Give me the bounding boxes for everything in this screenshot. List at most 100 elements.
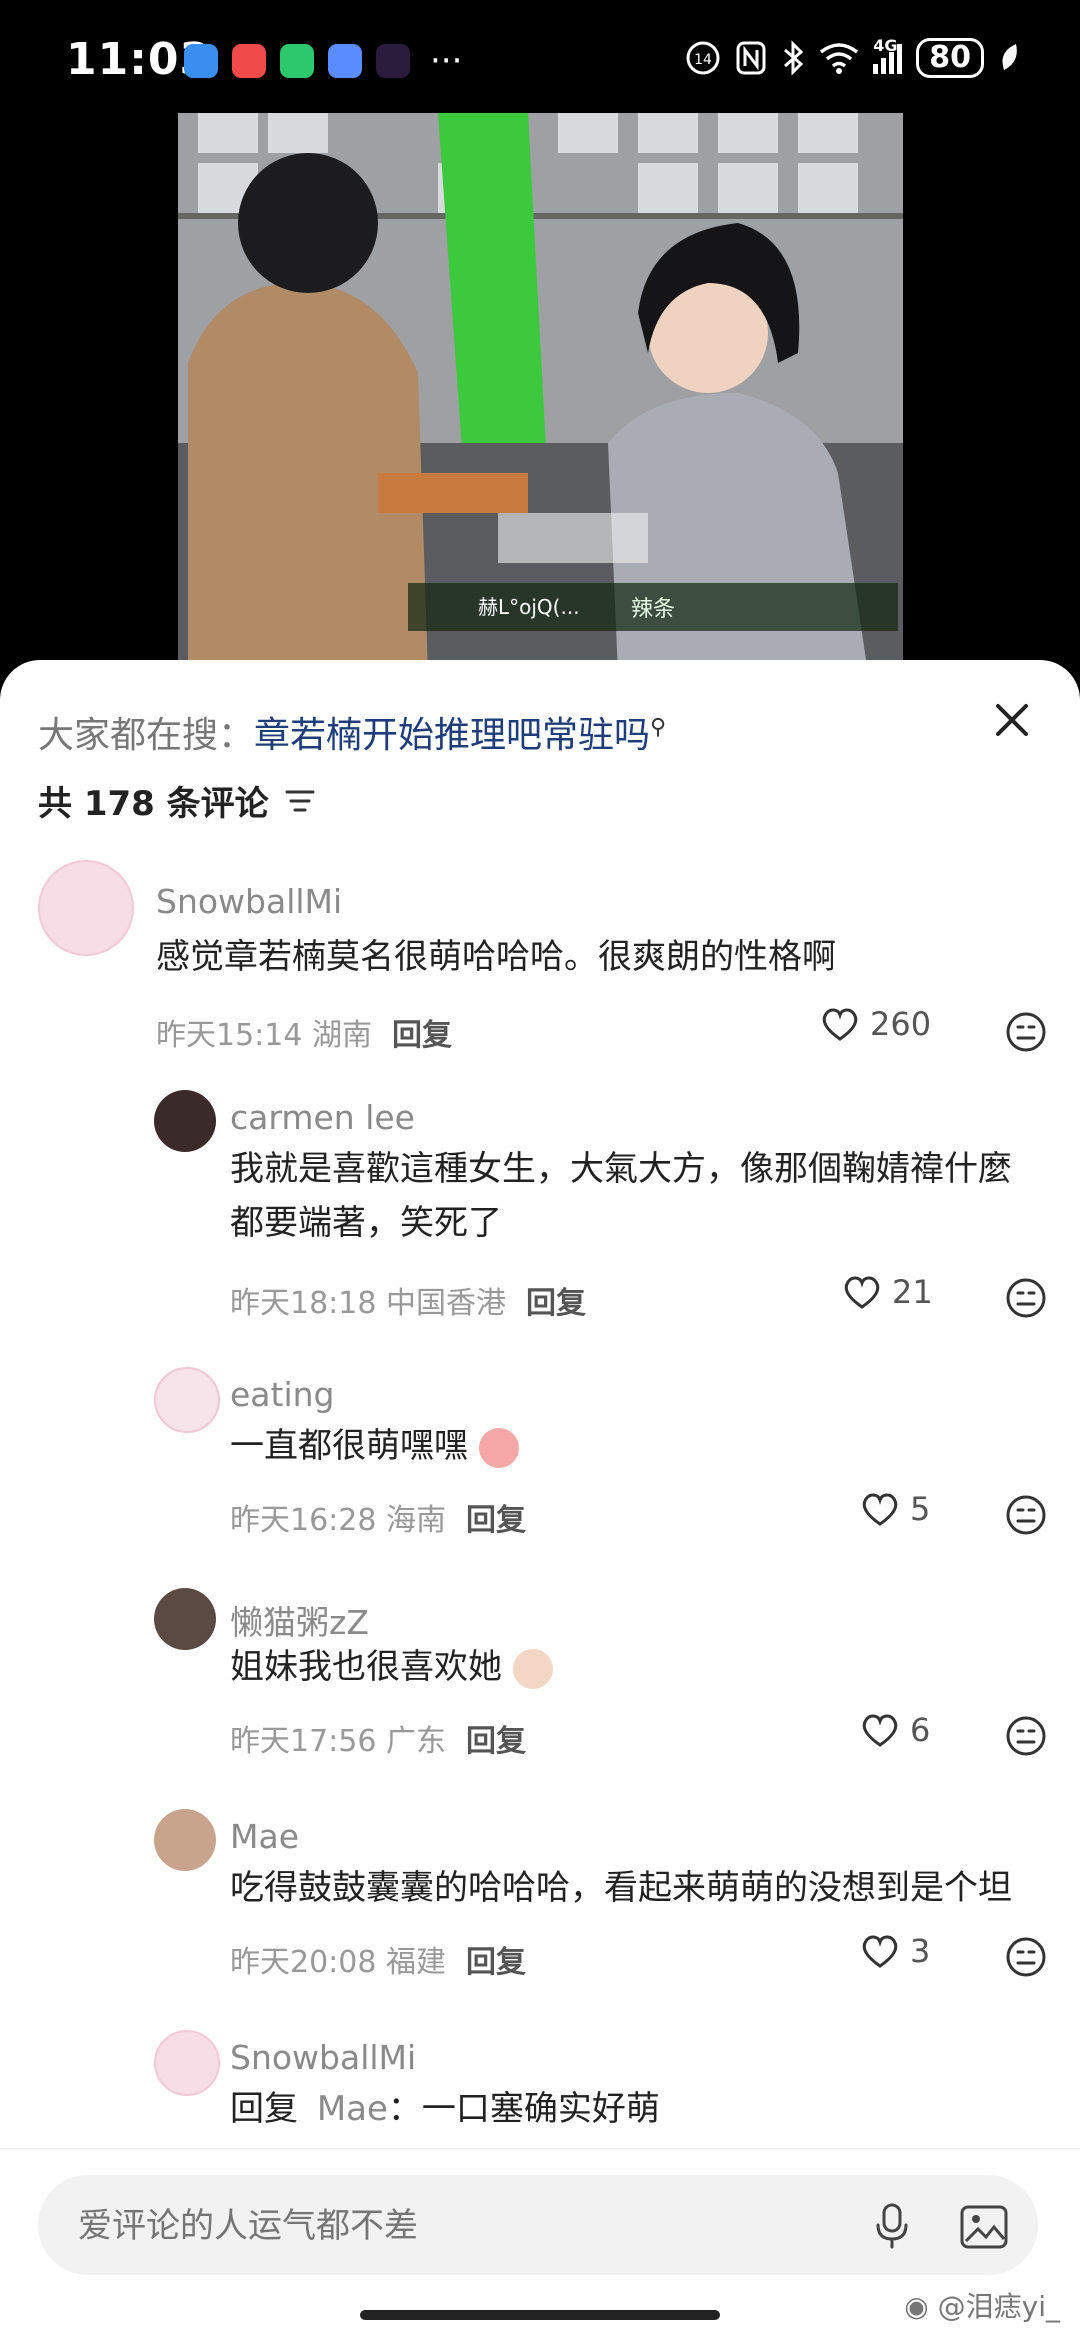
avatar[interactable] — [154, 1090, 216, 1152]
comment-meta: 昨天20:08 福建 回复 — [230, 1937, 526, 1981]
like-button[interactable]: 260 — [820, 1005, 931, 1043]
avatar[interactable] — [154, 2030, 220, 2096]
like-count: 260 — [870, 1005, 932, 1043]
reply-colon: ： — [387, 2089, 422, 2129]
weibo-icon: ◉ — [904, 2290, 929, 2323]
comment-count-row: 共 178 条评论 — [38, 776, 317, 825]
dislike-icon[interactable] — [1004, 1493, 1048, 1537]
notification-icons: ··· — [184, 44, 462, 78]
comment-text: 我就是喜歡這種女生，大氣大方，像那個鞠婧禕什麼都要端著，笑死了 — [230, 1149, 1012, 1243]
comment-time-location: 昨天18:18 中国香港 — [230, 1286, 506, 1321]
comment-text: 感觉章若楠莫名很萌哈哈哈。很爽朗的性格啊 — [156, 937, 836, 977]
tiktok-icon — [376, 44, 410, 78]
comment-meta: 昨天15:14 湖南 回复 — [156, 1010, 452, 1054]
more-notifications-icon: ··· — [430, 41, 463, 81]
heart-icon — [862, 1493, 898, 1526]
comment-text-content: 姐妹我也很喜欢她 — [230, 1647, 502, 1687]
watermark-text: @泪痣yi_ — [937, 2290, 1060, 2323]
dislike-icon[interactable] — [1004, 1714, 1048, 1758]
comment-input-container[interactable] — [38, 2175, 1038, 2277]
comment-text-content: 一直都很萌嘿嘿 — [230, 1426, 468, 1466]
comment-username[interactable]: SnowballMi — [230, 2038, 416, 2077]
avatar[interactable] — [154, 1588, 216, 1650]
close-icon — [996, 704, 1028, 736]
like-button[interactable]: 21 — [842, 1273, 933, 1311]
comment-time-location: 昨天20:08 福建 — [230, 1945, 446, 1980]
avatar[interactable] — [154, 1809, 216, 1871]
app-notification-icon — [328, 44, 362, 78]
battery-level: 80 — [929, 40, 971, 75]
microphone-icon[interactable] — [868, 2201, 916, 2249]
close-button[interactable] — [982, 690, 1042, 750]
trending-search-term[interactable]: 章若楠开始推理吧常驻吗 — [254, 715, 650, 756]
heart-icon — [862, 1714, 898, 1747]
reply-button[interactable]: 回复 — [392, 1018, 452, 1053]
app-notification-icon — [184, 44, 218, 78]
reply-button[interactable]: 回复 — [466, 1945, 526, 1980]
home-indicator[interactable] — [360, 2310, 720, 2320]
like-button[interactable]: 3 — [860, 1932, 930, 1970]
search-icon: ⚲ — [650, 715, 667, 740]
weibo-watermark: ◉ @泪痣yi_ — [904, 2285, 1060, 2325]
sort-icon[interactable] — [283, 786, 317, 816]
reply-prefix: 回复 — [230, 2089, 298, 2129]
like-count: 3 — [910, 1932, 931, 1970]
comment-meta: 昨天17:56 广东 回复 — [230, 1716, 526, 1760]
leaf-icon — [1002, 44, 1017, 70]
comment-time-location: 昨天16:28 海南 — [230, 1503, 446, 1538]
heart-icon — [822, 1008, 858, 1041]
dislike-icon[interactable] — [1004, 1935, 1048, 1979]
app-notification-icon — [232, 44, 266, 78]
comment-text: 一直都很萌嘿嘿 — [230, 1419, 1040, 1473]
dislike-icon[interactable] — [1004, 1276, 1048, 1320]
signal-icon: 4G — [873, 36, 903, 74]
comment-time-location: 昨天15:14 湖南 — [156, 1018, 372, 1053]
comment-count: 共 178 条评论 — [38, 784, 269, 824]
comment-sheet: 大家都在搜：章若楠开始推理吧常驻吗⚲ 共 178 条评论 SnowballMi … — [0, 660, 1080, 2340]
trending-search-prefix: 大家都在搜： — [38, 715, 255, 756]
emoji-icon — [478, 1427, 519, 1468]
dislike-icon[interactable] — [1004, 1010, 1048, 1054]
comment-username[interactable]: Mae — [230, 1817, 299, 1856]
video-caption-left: 赫L°ojQ(... — [478, 595, 580, 619]
like-count: 6 — [910, 1711, 931, 1749]
bluetooth-icon — [784, 40, 804, 76]
comment-text-content: 一口塞确实好萌 — [421, 2089, 660, 2129]
emoji-icon — [512, 1648, 553, 1689]
comment-text: 回复 Mae：一口塞确实好萌 — [230, 2082, 1040, 2136]
trending-search[interactable]: 大家都在搜：章若楠开始推理吧常驻吗⚲ — [38, 706, 666, 758]
avatar[interactable] — [154, 1367, 220, 1433]
comment-username[interactable]: carmen lee — [230, 1098, 415, 1137]
reply-button[interactable]: 回复 — [526, 1286, 586, 1321]
like-count: 5 — [910, 1490, 931, 1528]
system-icons: 14 4G 80 — [685, 36, 1020, 78]
heart-icon — [844, 1276, 880, 1309]
comment-meta: 昨天18:18 中国香港 回复 — [230, 1278, 586, 1322]
battery-indicator: 80 — [916, 38, 984, 78]
heart-icon — [862, 1935, 898, 1968]
image-icon[interactable] — [958, 2201, 1010, 2253]
reply-button[interactable]: 回复 — [466, 1503, 526, 1538]
comment-username[interactable]: SnowballMi — [156, 882, 342, 921]
comment-meta: 昨天16:28 海南 回复 — [230, 1495, 526, 1539]
nfc-icon — [736, 41, 766, 75]
svg-text:14: 14 — [694, 52, 712, 68]
reply-to-user[interactable]: Mae — [317, 2089, 388, 2129]
wifi-icon — [820, 43, 859, 74]
comment-text: 吃得鼓鼓囊囊的哈哈哈，看起来萌萌的没想到是个坦 — [230, 1868, 1012, 1908]
like-button[interactable]: 5 — [860, 1490, 930, 1528]
video-player[interactable]: 辣条 赫L°ojQ(... — [178, 113, 903, 673]
avatar[interactable] — [38, 860, 134, 956]
comment-username[interactable]: eating — [230, 1375, 335, 1414]
like-button[interactable]: 6 — [860, 1711, 930, 1749]
status-bar: 11:03 ··· 14 4G 80 — [0, 0, 1080, 115]
comment-time-location: 昨天17:56 广东 — [230, 1724, 446, 1759]
like-count: 21 — [892, 1273, 933, 1311]
network-type: 4G — [873, 36, 898, 55]
comment-username[interactable]: 懒猫粥zZ — [230, 1596, 369, 1644]
data-saver-icon: 14 — [686, 41, 720, 75]
reply-button[interactable]: 回复 — [466, 1724, 526, 1759]
comment-text: 姐妹我也很喜欢她 — [230, 1640, 1040, 1694]
comment-input[interactable] — [76, 2175, 840, 2277]
video-subtitle: 辣条 — [630, 597, 675, 622]
